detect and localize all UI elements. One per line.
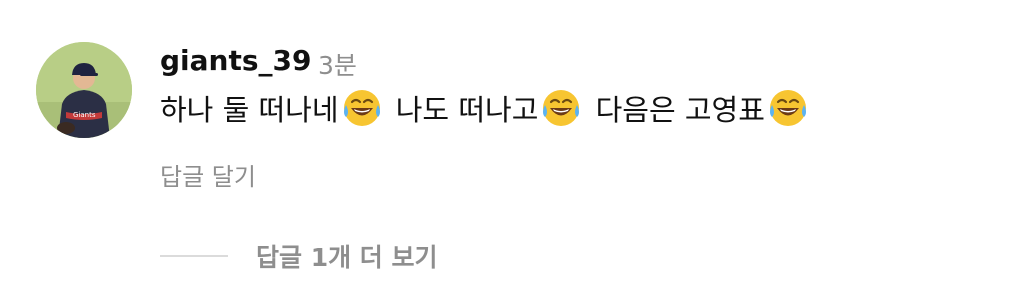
laughing-crying-emoji-icon	[343, 90, 380, 126]
username[interactable]: giants_39	[160, 44, 311, 77]
view-replies-button[interactable]: 답글 1개 더 보기	[160, 238, 438, 274]
divider-line	[160, 255, 228, 257]
laughing-crying-emoji-icon	[769, 90, 806, 126]
laughing-crying-emoji-icon	[543, 90, 580, 126]
comment-segment: 다음은 고영표	[586, 93, 765, 127]
view-replies-label: 답글 1개 더 보기	[256, 243, 438, 272]
comment-timestamp: 3분	[318, 51, 357, 80]
baseball-player-avatar-icon: Giants	[36, 42, 132, 138]
comment-text: 하나 둘 떠나네 나도 떠나고 다음은 고영표	[160, 88, 813, 128]
comment-segment: 하나 둘 떠나네	[160, 93, 339, 127]
avatar[interactable]: Giants	[36, 42, 132, 138]
comment-segment: 나도 떠나고	[386, 93, 539, 127]
reply-button[interactable]: 답글 달기	[160, 157, 256, 192]
svg-text:Giants: Giants	[73, 111, 96, 119]
